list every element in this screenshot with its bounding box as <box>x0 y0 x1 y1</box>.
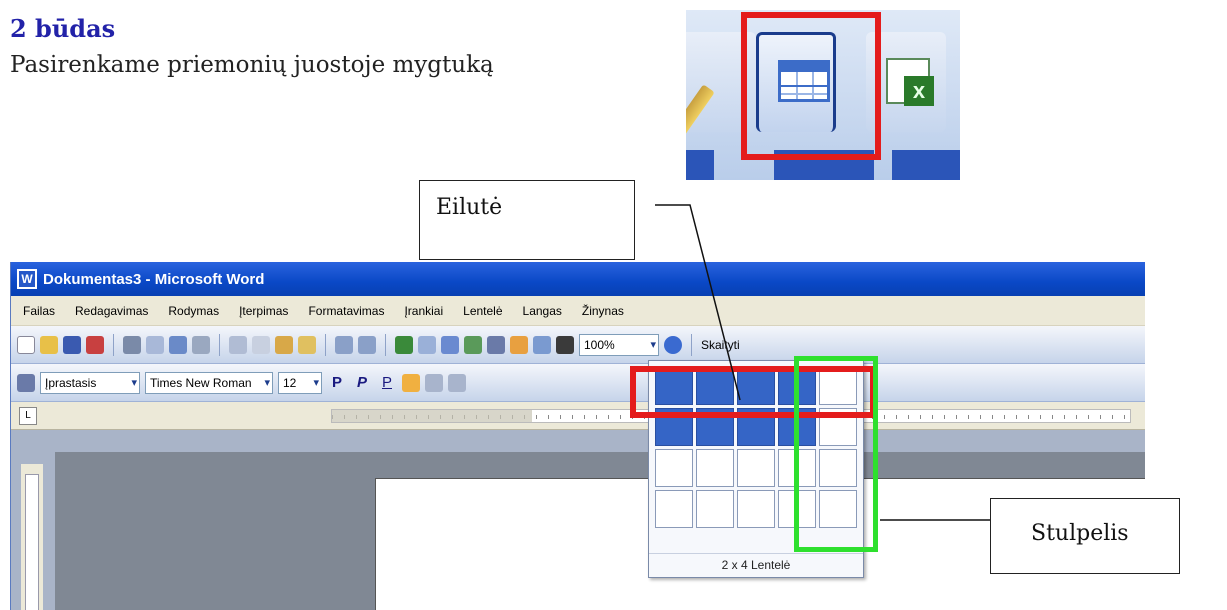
picker-cell[interactable] <box>737 449 775 487</box>
toolbar-strip <box>686 150 714 180</box>
spelling-icon[interactable] <box>169 335 187 354</box>
standard-toolbar: 100% Skaityti <box>11 326 1145 364</box>
research-icon[interactable] <box>192 335 210 354</box>
menu-file[interactable]: Failas <box>23 304 55 318</box>
menu-edit[interactable]: Redagavimas <box>75 304 148 318</box>
picker-status: 2 x 4 Lentelė <box>649 553 863 575</box>
hyperlink-icon[interactable] <box>395 335 413 354</box>
toolbar-separator <box>219 333 220 356</box>
drawing-icon[interactable] <box>510 335 528 354</box>
styles-icon[interactable] <box>17 373 35 392</box>
vertical-ruler[interactable] <box>21 464 43 610</box>
read-button[interactable]: Skaityti <box>701 338 740 352</box>
menu-bar: Failas Redagavimas Rodymas Įterpimas For… <box>11 296 1145 326</box>
word-window: W Dokumentas3 - Microsoft Word Failas Re… <box>10 262 1145 610</box>
redo-icon[interactable] <box>358 335 376 354</box>
menu-view[interactable]: Rodymas <box>168 304 219 318</box>
word-app-icon: W <box>17 269 37 289</box>
picker-cell[interactable] <box>655 449 693 487</box>
save-icon[interactable] <box>63 335 81 354</box>
column-highlight <box>794 356 878 552</box>
section-heading: 2 būdas <box>10 14 116 43</box>
red-highlight-frame <box>741 12 881 160</box>
tables-borders-icon[interactable] <box>418 335 436 354</box>
picker-cell[interactable] <box>696 449 734 487</box>
menu-tools[interactable]: Įrankiai <box>404 304 443 318</box>
print-preview-icon[interactable] <box>146 335 164 354</box>
menu-insert[interactable]: Įterpimas <box>239 304 288 318</box>
toolbar-strip <box>892 150 960 180</box>
row-callout: Eilutė <box>419 180 635 260</box>
print-icon[interactable] <box>123 335 141 354</box>
help-icon[interactable] <box>664 335 682 354</box>
align-left-icon[interactable] <box>402 373 420 392</box>
picker-cell[interactable] <box>696 490 734 528</box>
font-size-combo[interactable]: 12 <box>278 371 322 394</box>
menu-window[interactable]: Langas <box>523 304 562 318</box>
bold-button[interactable]: P <box>327 374 347 391</box>
toolbar-separator <box>691 333 692 356</box>
undo-icon[interactable] <box>335 335 353 354</box>
align-center-icon[interactable] <box>425 373 443 392</box>
copy-icon[interactable] <box>252 335 270 354</box>
picker-cell[interactable] <box>655 490 693 528</box>
insert-table-icon[interactable] <box>441 335 459 354</box>
excel-icon: x <box>886 58 934 106</box>
menu-table[interactable]: Lentelė <box>463 304 502 318</box>
columns-icon[interactable] <box>487 335 505 354</box>
underline-button[interactable]: P <box>377 374 397 391</box>
cut-icon[interactable] <box>229 335 247 354</box>
toolbar-separator <box>113 333 114 356</box>
ruler-row: L <box>11 402 1145 430</box>
paste-icon[interactable] <box>275 335 293 354</box>
column-callout: Stulpelis <box>990 498 1180 574</box>
style-combo[interactable]: Įprastasis <box>40 371 140 394</box>
menu-help[interactable]: Žinynas <box>582 304 624 318</box>
picker-cell[interactable] <box>737 490 775 528</box>
align-right-icon[interactable] <box>448 373 466 392</box>
insert-excel-icon[interactable] <box>464 335 482 354</box>
toolbar-separator <box>385 333 386 356</box>
zoomed-toolbar-inset: x <box>686 10 960 180</box>
new-document-icon[interactable] <box>17 335 35 354</box>
permission-icon[interactable] <box>86 335 104 354</box>
show-hide-icon[interactable] <box>556 335 574 354</box>
intro-text: Pasirenkame priemonių juostoje mygtuką <box>10 52 494 78</box>
vertical-ruler-strip <box>25 474 39 610</box>
document-map-icon[interactable] <box>533 335 551 354</box>
zoom-combo[interactable]: 100% <box>579 333 659 356</box>
window-title: Dokumentas3 - Microsoft Word <box>43 270 265 288</box>
ruler-margin <box>332 410 532 422</box>
tab-selector[interactable]: L <box>19 407 37 425</box>
open-folder-icon[interactable] <box>40 335 58 354</box>
format-painter-icon[interactable] <box>298 335 316 354</box>
menu-format[interactable]: Formatavimas <box>308 304 384 318</box>
toolbar-separator <box>325 333 326 356</box>
formatting-toolbar: Įprastasis Times New Roman 12 P P P <box>11 364 1145 402</box>
font-combo[interactable]: Times New Roman <box>145 371 273 394</box>
italic-button[interactable]: P <box>352 374 372 391</box>
pencil-icon <box>686 84 715 150</box>
window-titlebar: W Dokumentas3 - Microsoft Word <box>11 262 1145 296</box>
